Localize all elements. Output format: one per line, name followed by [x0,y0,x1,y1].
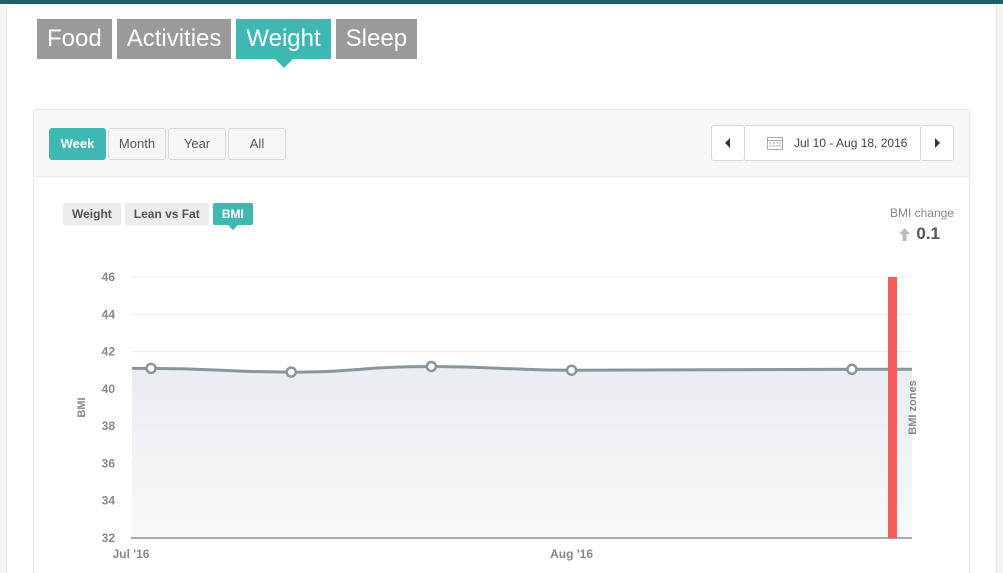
date-range-field[interactable]: Jul 10 - Aug 18, 2016 [745,125,920,161]
bmi-change-value: 0.1 [916,224,940,243]
bmi-change-value-row: 0.1 [854,224,954,244]
range-year-button[interactable]: Year [168,128,226,160]
y-axis-label: BMI [76,397,88,417]
range-all-button[interactable]: All [228,128,286,160]
bmi-data-point [145,362,157,375]
caret-right-icon [935,138,940,148]
tab-activities[interactable]: Activities [116,19,232,59]
weight-card: Week Month Year All Jul 10 - Aug 18, 201… [33,109,970,573]
y-tick-label: 44 [102,307,116,321]
y-tick-label: 40 [102,382,116,396]
x-tick-label: Jul '16 [113,547,150,561]
main-nav-tabs: Food Activities Weight Sleep [37,19,418,68]
bmi-data-point [425,360,438,373]
subtab-weight[interactable]: Weight [63,203,121,225]
y-tick-label: 42 [102,345,116,359]
arrow-up-icon [899,227,911,241]
tab-weight[interactable]: Weight [236,19,331,68]
y-tick-label: 46 [102,270,116,284]
bmi-change-summary: BMI change 0.1 [854,206,954,244]
next-date-button[interactable] [920,125,954,161]
subtab-lean-vs-fat[interactable]: Lean vs Fat [124,203,209,225]
bmi-data-point [565,364,578,376]
range-selector: Week Month Year All [49,128,288,160]
bmi-data-point [846,363,858,376]
subtab-bmi[interactable]: BMI [212,203,253,230]
y-tick-label: 36 [102,456,116,470]
metric-subtabs: Weight Lean vs Fat BMI [63,203,253,230]
card-header: Week Month Year All Jul 10 - Aug 18, 201… [34,110,969,177]
date-navigator: Jul 10 - Aug 18, 2016 [711,125,954,161]
prev-date-button[interactable] [711,125,745,161]
bmi-chart: 32 34 36 38 40 42 44 46 Jul '16 Aug '16 BMI BMI zon… [76,270,919,561]
y-tick-label: 34 [102,494,116,508]
x-tick-label: Aug '16 [550,547,593,561]
tab-food[interactable]: Food [37,19,112,59]
bmi-area-fill [132,366,912,538]
caret-left-icon [725,138,730,148]
calendar-icon [767,137,783,150]
page-container: Food Activities Weight Sleep Week Month … [6,4,997,573]
bmi-change-label: BMI change [889,206,954,220]
bmi-data-point [285,366,297,378]
y-tick-label: 38 [102,419,116,433]
bmi-zones-label: BMI zones [907,380,919,434]
range-month-button[interactable]: Month [108,128,166,160]
bmi-zones-bar [888,277,897,538]
y-tick-label: 32 [102,531,116,545]
date-range-label: Jul 10 - Aug 18, 2016 [794,136,908,150]
tab-sleep[interactable]: Sleep [335,19,418,59]
range-week-button[interactable]: Week [49,128,106,160]
